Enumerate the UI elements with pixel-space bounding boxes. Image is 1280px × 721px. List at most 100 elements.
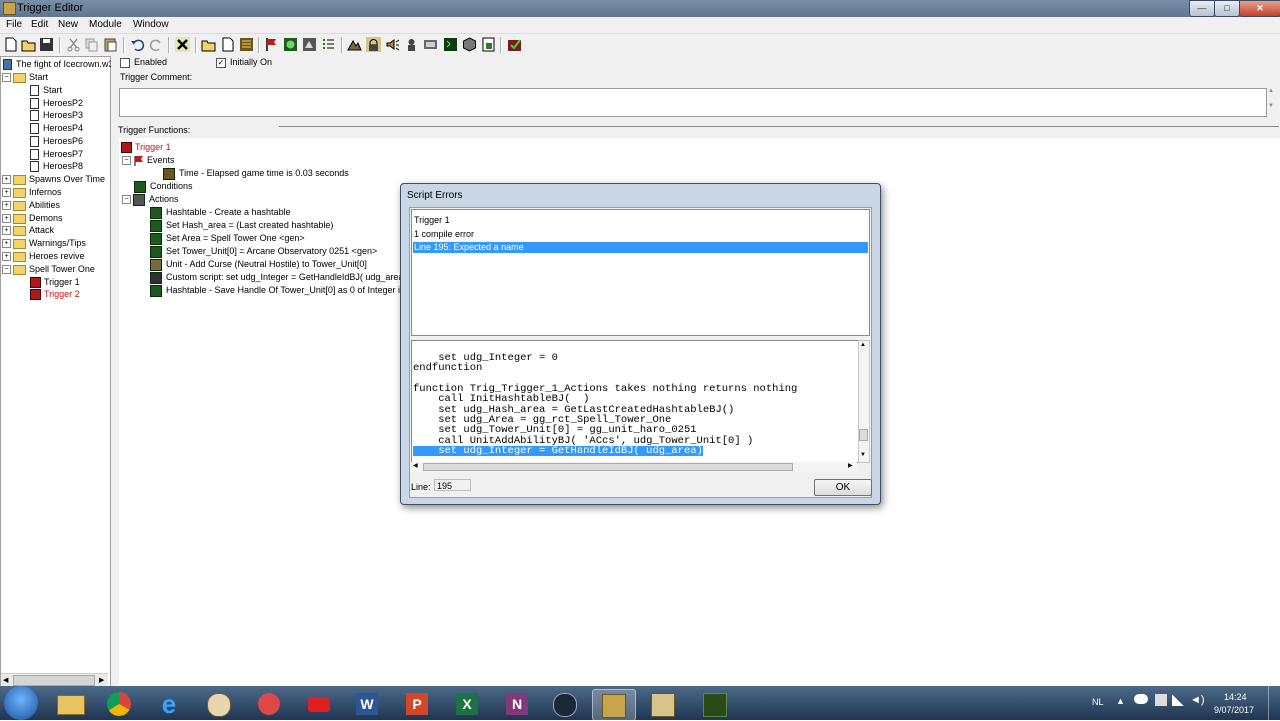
code-horizontal-scrollbar[interactable]: ◀ ▶ [411,462,857,472]
action-item[interactable]: Unit - Add Curse (Neutral Hostile) to To… [150,258,367,271]
onenote-icon[interactable]: N [496,689,538,719]
expand-icon[interactable]: + [2,239,11,249]
collapse-icon[interactable]: − [122,195,131,205]
action-item[interactable]: Custom script: set udg_Integer = GetHand… [150,271,406,284]
collapse-icon[interactable]: − [122,156,131,166]
close-button[interactable]: ✕ [1239,0,1280,17]
script-code-view[interactable]: set udg_Integer = 0 endfunction function… [411,340,859,463]
scrollbar-thumb[interactable] [859,429,868,441]
events-node[interactable]: − Events [122,154,175,167]
new-action-icon[interactable] [302,37,317,52]
scroll-left-icon[interactable]: ◀ [413,462,418,469]
expand-icon[interactable]: + [2,201,11,211]
scroll-right-icon[interactable]: ▶ [848,462,853,469]
tree-item-heroes-revive[interactable]: + Heroes revive [2,250,85,262]
new-icon[interactable] [3,37,18,52]
excel-icon[interactable]: X [446,689,488,719]
tree-item-warnings[interactable]: + Warnings/Tips [2,237,86,249]
delete-icon[interactable] [175,37,190,52]
undo-icon[interactable] [130,37,145,52]
import-manager-icon[interactable] [481,37,496,52]
scroll-down-icon[interactable]: ▼ [860,452,866,458]
redo-icon[interactable] [149,37,164,52]
menu-file[interactable]: File [6,19,22,30]
test-map-icon[interactable] [507,37,522,52]
copy-icon[interactable] [84,37,99,52]
word-icon[interactable]: W [346,689,388,719]
action-item[interactable]: Set Hash_area = (Last created hashtable) [150,219,333,232]
event-item[interactable]: Time - Elapsed game time is 0.03 seconds [163,167,349,180]
paste-icon[interactable] [103,37,118,52]
cut-icon[interactable] [66,37,81,52]
show-desktop-button[interactable] [1268,686,1280,720]
tree-item-demons[interactable]: + Demons [2,212,63,224]
enabled-checkbox[interactable]: Enabled [120,57,167,68]
clock-time[interactable]: 14:24 [1224,692,1247,702]
explorer-icon[interactable] [50,689,92,719]
expand-icon[interactable]: + [2,175,11,185]
tree-item-heroesp8[interactable]: HeroesP8 [30,160,83,173]
new-category-icon[interactable] [201,37,216,52]
volume-icon[interactable]: ◄) [1190,694,1205,706]
tree-item-abilities[interactable]: + Abilities [2,199,60,211]
initially-on-checkbox[interactable]: ✓ Initially On [216,57,272,68]
menu-new[interactable]: New [58,19,78,30]
tree-item-spawns[interactable]: + Spawns Over Time [2,173,105,185]
conditions-node[interactable]: Conditions [134,180,193,193]
ok-button[interactable]: OK [814,479,872,496]
action-center-icon[interactable] [1155,694,1167,706]
menu-module[interactable]: Module [89,19,122,30]
internet-explorer-icon[interactable]: e [148,689,190,719]
trigger-root[interactable]: Trigger 1 [121,141,171,154]
tree-item-start-folder[interactable]: − Start [2,71,48,83]
map-editor-icon[interactable] [642,689,684,719]
tree-item-heroesp7[interactable]: HeroesP7 [30,148,83,161]
expand-icon[interactable]: + [2,226,11,236]
language-indicator[interactable]: NL [1092,697,1104,707]
comment-scrollbar[interactable]: ▲ ▼ [1268,88,1278,115]
error-line-item[interactable]: Line 195: Expected a name [413,242,868,253]
sound-editor-icon[interactable] [385,37,400,52]
action-item[interactable]: Hashtable - Save Handle Of Tower_Unit[0]… [150,284,428,297]
error-list[interactable]: Trigger 1 1 compile error Line 195: Expe… [411,209,870,336]
object-manager-icon[interactable] [462,37,477,52]
object-editor-icon[interactable] [404,37,419,52]
world-editor-icon[interactable] [592,689,636,721]
tree-item-trigger-2[interactable]: Trigger 2 [30,288,80,301]
scroll-down-icon[interactable]: ▼ [1268,103,1278,109]
clock-date[interactable]: 9/07/2017 [1214,705,1254,715]
splitter[interactable] [279,126,1279,127]
collapse-icon[interactable]: − [2,265,11,275]
cloud-icon[interactable] [1134,694,1148,704]
steam-icon[interactable] [544,689,586,719]
chrome-icon[interactable] [98,689,140,719]
save-icon[interactable] [39,37,54,52]
tree-item-heroesp2[interactable]: HeroesP2 [30,97,83,110]
tree-item-spell-tower-one[interactable]: − Spell Tower One [2,263,95,275]
tree-item-infernos[interactable]: + Infernos [2,186,62,198]
youtube-icon[interactable] [298,689,340,719]
maximize-button[interactable]: □ [1214,0,1240,17]
collapse-icon[interactable]: − [2,73,11,83]
trigger-comment-input[interactable] [119,88,1267,117]
tree-item-heroesp3[interactable]: HeroesP3 [30,109,83,122]
checkbox-box[interactable] [120,57,130,68]
scroll-up-icon[interactable]: ▲ [1268,88,1278,94]
code-vertical-scrollbar[interactable]: ▲ ▼ [858,340,870,463]
network-icon[interactable] [1172,694,1184,706]
start-button-icon[interactable] [4,686,38,720]
scroll-left-icon[interactable]: ◀ [3,676,8,684]
tree-item-heroesp4[interactable]: HeroesP4 [30,122,83,135]
tree-item-heroesp6[interactable]: HeroesP6 [30,135,83,148]
trigger-tree[interactable]: The fight of Icecrown.w3x − Start Start H… [0,56,118,688]
scroll-right-icon[interactable]: ▶ [99,676,104,684]
action-item[interactable]: Set Tower_Unit[0] = Arcane Observatory 0… [150,245,377,258]
checkbox-box[interactable]: ✓ [216,57,226,68]
open-icon[interactable] [21,37,36,52]
action-item[interactable]: Set Area = Spell Tower One <gen> [150,232,305,245]
actions-node[interactable]: − Actions [122,193,179,206]
ai-editor-icon[interactable] [443,37,458,52]
warcraft-icon[interactable] [694,689,736,719]
tree-horizontal-scrollbar[interactable]: ◀ ▶ [1,673,108,686]
trigger-editor-icon[interactable] [366,37,381,52]
